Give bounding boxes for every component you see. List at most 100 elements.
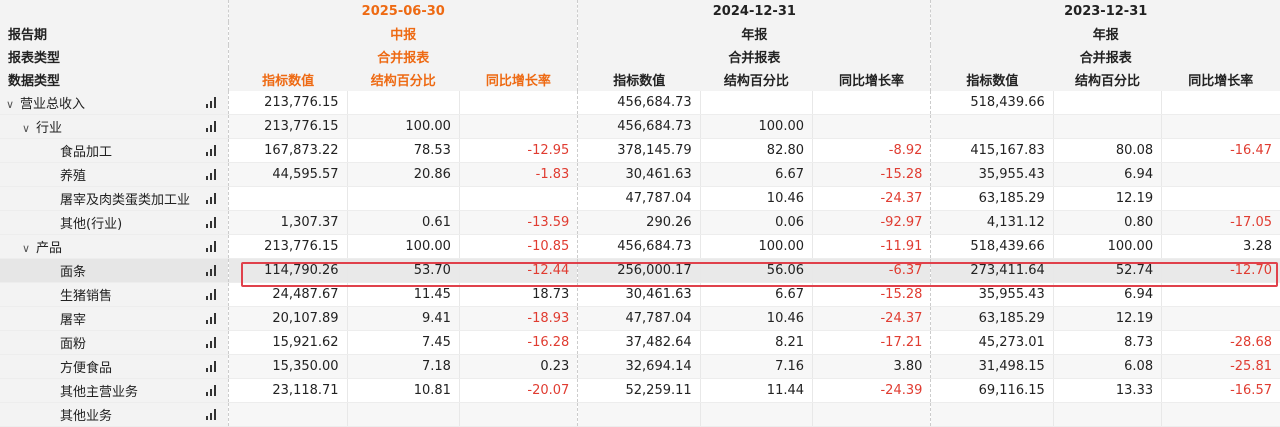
- table-row[interactable]: 养殖 44,595.57 20.86 -1.83 30,461.63 6.67 -15.28…: [0, 162, 1280, 187]
- col-growth-3[interactable]: 同比增长率: [1161, 68, 1280, 91]
- row-label[interactable]: ∨ 营业总收入: [0, 91, 229, 115]
- cell-growth: -20.07: [458, 378, 578, 403]
- cell-pct: 0.61: [346, 210, 460, 235]
- row-label[interactable]: 其他主营业务: [0, 378, 229, 403]
- cell-value: 37,482.64: [577, 330, 701, 355]
- table-row[interactable]: 其他主营业务 23,118.71 10.81 -20.07 52,259.11 11.44…: [0, 378, 1280, 403]
- cell-growth: [458, 114, 578, 139]
- row-name: 产品: [36, 241, 63, 256]
- bar-chart-icon[interactable]: [206, 241, 218, 252]
- row-label[interactable]: 其他(行业): [0, 210, 229, 235]
- row-label[interactable]: ∨ 行业: [0, 114, 229, 139]
- row-label[interactable]: 食品加工: [0, 138, 229, 163]
- cell-value: 114,790.26: [228, 258, 348, 283]
- cell-value: 213,776.15: [228, 234, 348, 259]
- col-pct-2[interactable]: 结构百分比: [700, 68, 813, 91]
- period-date-2: 2024-12-31: [577, 0, 931, 22]
- table-row[interactable]: 其他(行业) 1,307.37 0.61 -13.59 290.26 0.06 -92.97…: [0, 210, 1280, 235]
- col-value-1[interactable]: 指标数值: [228, 68, 348, 91]
- cell-value: 4,131.12: [930, 210, 1054, 235]
- table-row[interactable]: 生猪销售 24,487.67 11.45 18.73 30,461.63 6.67 -15.…: [0, 282, 1280, 307]
- row-label[interactable]: 面条: [0, 258, 229, 283]
- bar-chart-icon[interactable]: [206, 193, 218, 204]
- cell-growth: -25.81: [1161, 354, 1280, 379]
- bar-chart-icon[interactable]: [206, 361, 218, 372]
- cell-growth: -24.39: [812, 378, 931, 403]
- col-value-2[interactable]: 指标数值: [577, 68, 701, 91]
- cell-value: 30,461.63: [577, 162, 701, 187]
- bar-chart-icon[interactable]: [206, 337, 218, 348]
- row-label[interactable]: ∨ 产品: [0, 234, 229, 259]
- cell-growth: [812, 402, 931, 427]
- col-growth-2[interactable]: 同比增长率: [812, 68, 931, 91]
- bar-chart-icon[interactable]: [206, 217, 218, 228]
- table-row[interactable]: ∨ 产品 213,776.15 100.00 -10.85 456,684.73 100.0…: [0, 234, 1280, 259]
- bar-chart-icon[interactable]: [206, 289, 218, 300]
- col-pct-3[interactable]: 结构百分比: [1053, 68, 1162, 91]
- bar-chart-icon[interactable]: [206, 145, 218, 156]
- cell-growth: -15.28: [812, 162, 931, 187]
- row-name: 营业总收入: [20, 97, 86, 112]
- cell-value: 518,439.66: [930, 234, 1054, 259]
- cell-growth: -18.93: [458, 306, 578, 331]
- period-date-1: 2025-06-30: [228, 0, 578, 22]
- cell-value: 256,000.17: [577, 258, 701, 283]
- col-pct-1[interactable]: 结构百分比: [347, 68, 460, 91]
- period-scope-2: 合并报表: [577, 45, 931, 68]
- table-row[interactable]: 屠宰 20,107.89 9.41 -18.93 47,787.04 10.46 -24.3…: [0, 306, 1280, 331]
- table-row[interactable]: ∨ 行业 213,776.15 100.00 456,684.73 100.00: [0, 114, 1280, 139]
- bar-chart-icon[interactable]: [206, 121, 218, 132]
- table-row[interactable]: 面粉 15,921.62 7.45 -16.28 37,482.64 8.21 -17.21…: [0, 330, 1280, 355]
- cell-growth: -24.37: [812, 186, 931, 211]
- table-row[interactable]: 方便食品 15,350.00 7.18 0.23 32,694.14 7.16 3.80 31…: [0, 354, 1280, 379]
- row-label[interactable]: 方便食品: [0, 354, 229, 379]
- cell-growth: 0.23: [458, 354, 578, 379]
- cell-pct: 12.19: [1052, 306, 1162, 331]
- col-value-3[interactable]: 指标数值: [930, 68, 1054, 91]
- chevron-down-icon[interactable]: ∨: [22, 242, 36, 255]
- cell-pct: 10.46: [699, 186, 813, 211]
- cell-value: 47,787.04: [577, 186, 701, 211]
- table-row[interactable]: ∨ 营业总收入 213,776.15 456,684.73 518,439.66: [0, 91, 1280, 115]
- col-growth-1[interactable]: 同比增长率: [459, 68, 578, 91]
- cell-value: 167,873.22: [228, 138, 348, 163]
- cell-pct: 100.00: [699, 114, 813, 139]
- table-row[interactable]: 屠宰及肉类蛋类加工业 47,787.04 10.46 -24.37 63,185.29 1…: [0, 186, 1280, 211]
- revenue-breakdown-table: 2025-06-30 2024-12-31 2023-12-31 报告期 中报 …: [0, 0, 1280, 427]
- cell-growth: [812, 114, 931, 139]
- cell-pct: [346, 186, 460, 211]
- cell-growth: [458, 402, 578, 427]
- row-label[interactable]: 养殖: [0, 162, 229, 187]
- row-name: 其他主营业务: [60, 385, 139, 400]
- cell-growth: [1161, 186, 1280, 211]
- bar-chart-icon[interactable]: [206, 409, 218, 420]
- cell-growth: -1.83: [458, 162, 578, 187]
- table-row[interactable]: 其他业务: [0, 402, 1280, 427]
- cell-value: 63,185.29: [930, 186, 1054, 211]
- row-label[interactable]: 其他业务: [0, 402, 229, 427]
- row-name: 其他(行业): [60, 217, 123, 232]
- table-row[interactable]: 面条 114,790.26 53.70 -12.44 256,000.17 56.06 -6…: [0, 258, 1280, 283]
- cell-pct: 9.41: [346, 306, 460, 331]
- cell-growth: -6.37: [812, 258, 931, 283]
- bar-chart-icon[interactable]: [206, 313, 218, 324]
- row-label[interactable]: 生猪销售: [0, 282, 229, 307]
- table-row[interactable]: 食品加工 167,873.22 78.53 -12.95 378,145.79 82.80…: [0, 138, 1280, 163]
- bar-chart-icon[interactable]: [206, 265, 218, 276]
- cell-pct: 7.18: [346, 354, 460, 379]
- cell-growth: -17.21: [812, 330, 931, 355]
- bar-chart-icon[interactable]: [206, 97, 218, 108]
- cell-growth: -24.37: [812, 306, 931, 331]
- chevron-down-icon[interactable]: ∨: [22, 122, 36, 135]
- bar-chart-icon[interactable]: [206, 385, 218, 396]
- chevron-down-icon[interactable]: ∨: [6, 98, 20, 111]
- cell-value: 15,921.62: [228, 330, 348, 355]
- row-label[interactable]: 面粉: [0, 330, 229, 355]
- cell-pct: 8.21: [699, 330, 813, 355]
- bar-chart-icon[interactable]: [206, 169, 218, 180]
- cell-pct: 100.00: [346, 234, 460, 259]
- row-label[interactable]: 屠宰及肉类蛋类加工业: [0, 186, 229, 211]
- cell-growth: -28.68: [1161, 330, 1280, 355]
- row-label[interactable]: 屠宰: [0, 306, 229, 331]
- cell-pct: 10.46: [699, 306, 813, 331]
